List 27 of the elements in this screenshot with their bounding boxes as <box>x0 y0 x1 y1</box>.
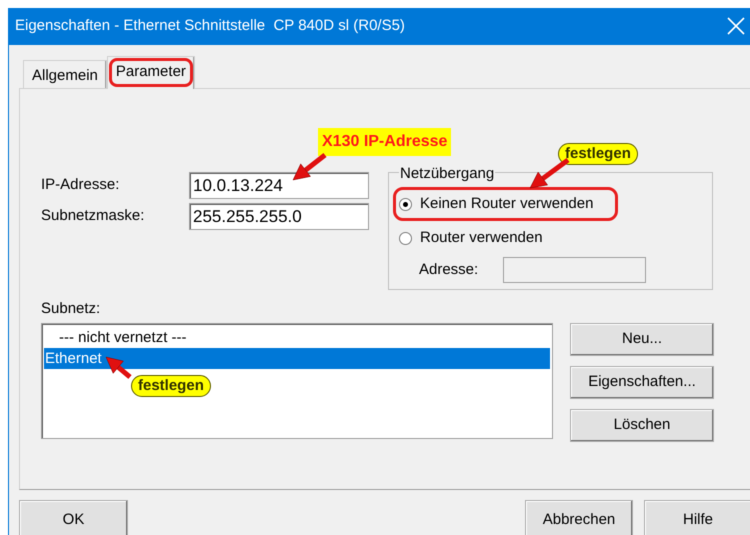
callout-label: festlegen <box>558 143 638 165</box>
tab[interactable]: Allgemein <box>23 60 107 88</box>
callout-label: festlegen <box>131 375 211 397</box>
window-title: Eigenschaften - Ethernet Schnittstelle CP 840D sl (R0/S5) <box>15 16 405 36</box>
list-label: Subnetz: <box>41 300 100 317</box>
field-label: Adresse: <box>419 260 480 280</box>
help-button[interactable]: Hilfe <box>644 500 750 535</box>
field-label: IP-Adresse: <box>41 175 120 196</box>
list-item[interactable]: Ethernet <box>44 348 550 368</box>
text-field[interactable]: 10.0.13.224 <box>189 172 369 199</box>
field-label: Subnetzmaske: <box>41 206 146 226</box>
action-button[interactable]: Eigenschaften... <box>570 366 714 398</box>
pointer-arrow <box>292 153 327 180</box>
radio-label: Router verwenden <box>420 228 543 248</box>
radio-label: Keinen Router verwenden <box>420 194 594 214</box>
callout-label: X130 IP-Adresse <box>318 128 452 156</box>
radio-button[interactable] <box>399 198 412 210</box>
action-button[interactable]: Neu... <box>570 322 714 356</box>
list-item[interactable]: --- nicht vernetzt --- <box>44 326 550 348</box>
ok-button[interactable]: OK <box>19 500 128 535</box>
close-icon[interactable] <box>725 15 747 37</box>
tab[interactable]: Parameter <box>106 56 195 89</box>
cancel-button[interactable]: Abbrechen <box>525 500 633 535</box>
pointer-arrow <box>106 356 132 379</box>
action-button[interactable]: Löschen <box>570 408 714 442</box>
text-field[interactable]: 255.255.255.0 <box>189 203 369 230</box>
radio-button[interactable] <box>399 232 412 244</box>
